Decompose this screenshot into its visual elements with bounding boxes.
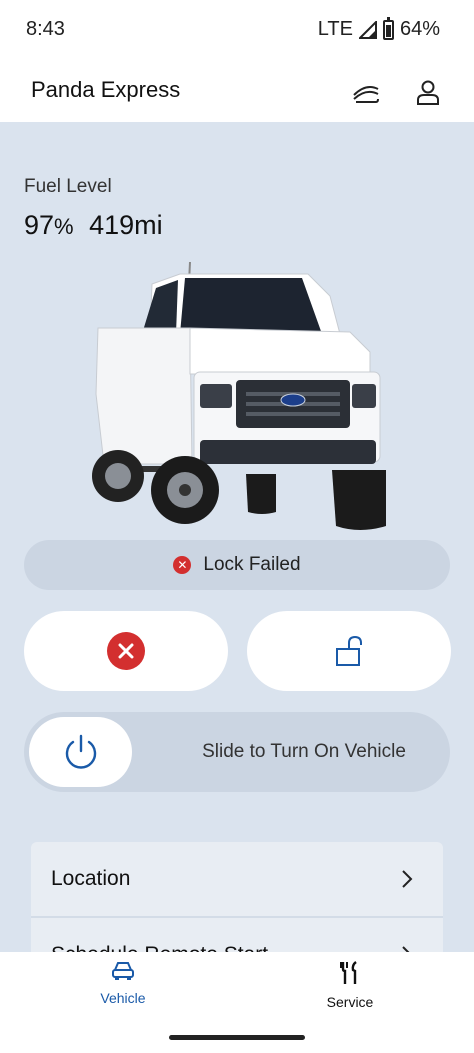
bottom-navigation: Vehicle Service: [0, 952, 474, 1053]
home-indicator[interactable]: [169, 1035, 305, 1040]
vehicle-name: Panda Express: [31, 77, 181, 102]
chevron-right-icon: [402, 870, 413, 888]
nav-tab-service[interactable]: Service: [280, 960, 420, 1020]
status-time: 8:43: [26, 18, 65, 40]
fuel-range: 419mi: [89, 210, 163, 240]
status-bar: 8:43 LTE 64%: [0, 0, 474, 60]
unlock-icon: [336, 635, 362, 666]
vehicle-image: [45, 261, 434, 562]
vehicle-dashboard: Fuel Level 97% 419mi ✕ Lock Failed Slide…: [0, 122, 474, 952]
car-icon: [112, 962, 134, 980]
tools-icon: [340, 961, 357, 984]
x-circle-icon: [107, 632, 145, 670]
list-item-label: Schedule Remote Start: [51, 943, 268, 952]
nav-label-service: Service: [326, 994, 374, 1010]
list-item-label: Location: [51, 867, 131, 890]
network-label: LTE: [317, 18, 353, 40]
fuel-level-value: 97% 419mi: [24, 210, 163, 241]
nav-tab-vehicle[interactable]: Vehicle: [53, 960, 193, 1020]
error-icon: ✕: [173, 556, 192, 574]
fuel-percent-unit: %: [54, 214, 74, 239]
fuel-level-label: Fuel Level: [24, 176, 112, 197]
status-indicators: LTE 64%: [317, 16, 440, 41]
vehicle-switch-icon[interactable]: [350, 76, 382, 108]
lock-status-banner: ✕ Lock Failed: [24, 540, 450, 590]
remote-start-slider[interactable]: Slide to Turn On Vehicle: [24, 712, 450, 792]
list-item-schedule-remote-start[interactable]: Schedule Remote Start: [31, 918, 443, 952]
signal-icon: [358, 20, 377, 39]
chevron-right-icon: [402, 946, 410, 952]
slider-label: Slide to Turn On Vehicle: [202, 741, 406, 762]
lock-button[interactable]: [24, 611, 228, 691]
nav-label-vehicle: Vehicle: [100, 990, 146, 1006]
account-icon[interactable]: [412, 76, 444, 108]
list-item-location[interactable]: Location: [31, 842, 443, 916]
battery-percent: 64%: [399, 18, 440, 40]
battery-icon: [382, 16, 394, 40]
power-icon: [65, 734, 96, 769]
slider-handle[interactable]: [29, 717, 132, 787]
lock-status-text: Lock Failed: [203, 554, 301, 575]
vehicle-options-list: Location Schedule Remote Start: [31, 842, 443, 952]
unlock-button[interactable]: [247, 611, 451, 691]
app-header: Panda Express: [0, 60, 474, 122]
fuel-percent: 97: [24, 210, 55, 240]
